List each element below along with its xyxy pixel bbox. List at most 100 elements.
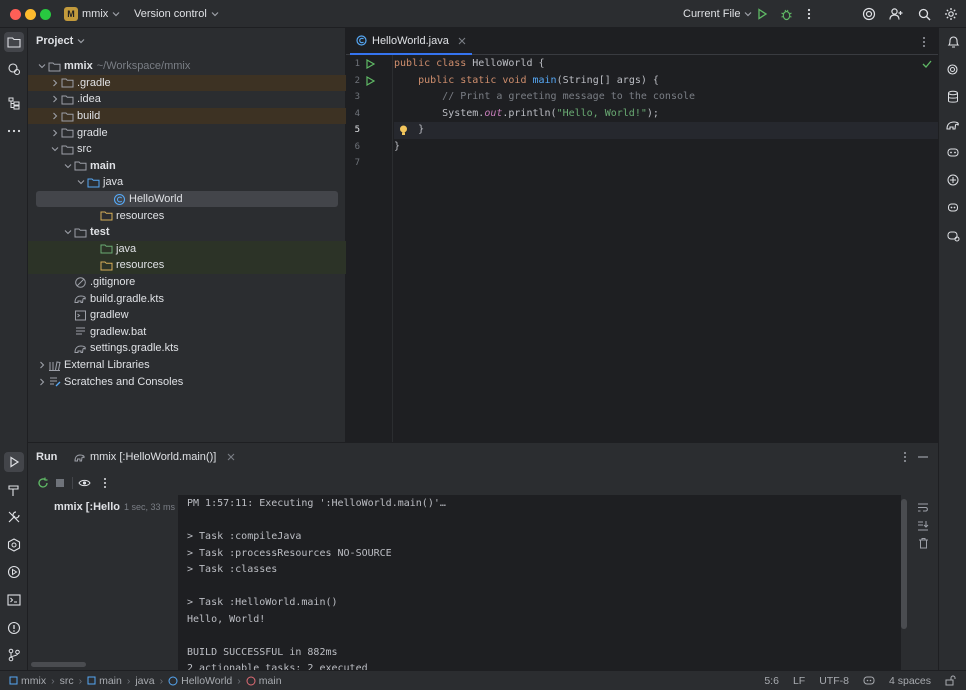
- structure-tool-button[interactable]: [4, 93, 24, 113]
- zoom-window-button[interactable]: [40, 9, 51, 20]
- more-actions-button[interactable]: [799, 4, 819, 24]
- settings-button[interactable]: [941, 4, 961, 24]
- hide-run-panel-button[interactable]: [913, 447, 933, 467]
- code-line-4[interactable]: System.out.println("Hello, World!");: [394, 106, 659, 123]
- breadcrumb-item[interactable]: src: [60, 675, 74, 687]
- breadcrumb-item[interactable]: main: [87, 675, 122, 687]
- breadcrumb-item[interactable]: mmix: [9, 675, 46, 687]
- git-tool-button[interactable]: [4, 645, 24, 665]
- copilot-tool-button[interactable]: [943, 142, 963, 162]
- minimize-window-button[interactable]: [25, 9, 36, 20]
- debug-tool-button[interactable]: [4, 562, 24, 582]
- collapsed-chevron-icon[interactable]: [49, 77, 61, 89]
- services-tool-button[interactable]: [4, 59, 24, 79]
- build-tool-button[interactable]: [4, 480, 24, 500]
- run-more-button[interactable]: [95, 473, 115, 493]
- indent-setting[interactable]: 4 spaces: [889, 675, 931, 687]
- run-options-button[interactable]: [895, 447, 915, 467]
- console-scrollbar[interactable]: [901, 499, 907, 629]
- tools-tool-button[interactable]: [4, 507, 24, 527]
- run-tree-item[interactable]: mmix [:Hello 1 sec, 33 ms: [50, 501, 175, 513]
- scroll-to-end-button[interactable]: [913, 515, 933, 535]
- plugin-tool-button-1[interactable]: [943, 170, 963, 190]
- read-only-lock-icon[interactable]: [945, 675, 956, 686]
- run-config-selector[interactable]: Current File: [683, 5, 752, 23]
- gutter-run-icon[interactable]: [365, 59, 375, 69]
- tree-item-test[interactable]: test: [28, 224, 346, 241]
- collapsed-chevron-icon[interactable]: [49, 93, 61, 105]
- tree-item-java[interactable]: java: [28, 240, 346, 258]
- tree-item-gradlew-bat[interactable]: gradlew.bat: [28, 324, 346, 341]
- gutter-run-icon[interactable]: [365, 75, 375, 86]
- search-everywhere-button[interactable]: [914, 4, 934, 24]
- tree-item-scratches-and-consoles[interactable]: Scratches and Consoles: [28, 373, 346, 390]
- tree-item-helloworld[interactable]: HelloWorld: [36, 190, 338, 208]
- tree-item-gradle[interactable]: .gradle: [28, 74, 346, 92]
- editor-tab-helloworld[interactable]: HelloWorld.java: [350, 28, 472, 55]
- tree-item-gitignore[interactable]: .gitignore: [28, 274, 346, 291]
- tree-item-resources[interactable]: resources: [28, 257, 346, 274]
- console-output[interactable]: PM 1:57:11: Executing ':HelloWorld.main(…: [178, 495, 901, 671]
- project-view-selector[interactable]: Project: [36, 35, 85, 47]
- close-window-button[interactable]: [10, 9, 21, 20]
- caret-position[interactable]: 5:6: [764, 675, 779, 687]
- code-line-3[interactable]: // Print a greeting message to the conso…: [394, 89, 695, 106]
- tree-item-settings-gradle-kts[interactable]: settings.gradle.kts: [28, 340, 346, 357]
- breadcrumb-item[interactable]: java: [135, 675, 154, 687]
- gradle-tool-button[interactable]: [943, 115, 963, 135]
- notifications-tool-button[interactable]: [943, 32, 963, 52]
- collapsed-chevron-icon[interactable]: [49, 127, 61, 139]
- show-view-button[interactable]: [74, 473, 94, 493]
- code-with-me-button[interactable]: [886, 4, 906, 24]
- database-tool-button[interactable]: [943, 87, 963, 107]
- vcs-widget[interactable]: Version control: [134, 5, 219, 23]
- run-button[interactable]: [752, 4, 772, 24]
- clear-console-button[interactable]: [913, 533, 933, 553]
- tree-item-src[interactable]: src: [28, 141, 346, 158]
- plugin-tool-button-2[interactable]: [943, 197, 963, 217]
- tree-item-java[interactable]: java: [28, 174, 346, 191]
- ai-assistant-button[interactable]: [859, 4, 879, 24]
- breadcrumb-item[interactable]: HelloWorld: [168, 675, 232, 687]
- expanded-chevron-icon[interactable]: [62, 160, 74, 172]
- soft-wrap-button[interactable]: [913, 497, 933, 517]
- project-tool-button[interactable]: [4, 32, 24, 52]
- tree-item-resources[interactable]: resources: [28, 207, 346, 224]
- collapsed-chevron-icon[interactable]: [36, 359, 48, 371]
- terminal-tool-button[interactable]: [4, 590, 24, 610]
- close-tab-icon[interactable]: [458, 37, 466, 45]
- tree-item-gradlew[interactable]: gradlew: [28, 307, 346, 324]
- tree-item-mmix[interactable]: mmix ~/Workspace/mmix: [28, 58, 346, 75]
- file-encoding[interactable]: UTF-8: [819, 675, 849, 687]
- problems-tool-button[interactable]: [4, 618, 24, 638]
- breadcrumb-item[interactable]: main: [246, 675, 282, 687]
- editor-tabs-more-button[interactable]: [914, 32, 934, 52]
- code-line-1[interactable]: public class HelloWorld {: [394, 56, 545, 73]
- expanded-chevron-icon[interactable]: [62, 226, 74, 238]
- run-tab-helloworld[interactable]: mmix [:HelloWorld.main()]: [70, 443, 239, 471]
- tree-item-build-gradle-kts[interactable]: build.gradle.kts: [28, 290, 346, 307]
- plugin-tool-button-3[interactable]: [943, 225, 963, 245]
- stop-button[interactable]: [50, 473, 70, 493]
- horizontal-scrollbar[interactable]: [31, 662, 86, 667]
- more-tools-button[interactable]: [4, 121, 24, 141]
- tree-item-gradle[interactable]: gradle: [28, 124, 346, 141]
- collapsed-chevron-icon[interactable]: [36, 376, 48, 388]
- close-tab-icon[interactable]: [227, 453, 235, 461]
- line-separator[interactable]: LF: [793, 675, 805, 687]
- collapsed-chevron-icon[interactable]: [49, 110, 61, 122]
- project-widget[interactable]: M mmix: [64, 5, 120, 23]
- services-bottom-tool-button[interactable]: [4, 535, 24, 555]
- code-line-6[interactable]: }: [394, 139, 400, 156]
- inspection-ok-icon[interactable]: [922, 59, 932, 69]
- tree-item-external-libraries[interactable]: External Libraries: [28, 357, 346, 374]
- code-line-2[interactable]: public static void main(String[] args) {: [394, 73, 659, 90]
- expanded-chevron-icon[interactable]: [36, 60, 48, 72]
- expanded-chevron-icon[interactable]: [49, 143, 61, 155]
- ai-status-icon[interactable]: [863, 675, 875, 686]
- expanded-chevron-icon[interactable]: [75, 176, 87, 188]
- run-tool-button[interactable]: [4, 452, 24, 472]
- tree-item-main[interactable]: main: [28, 158, 346, 175]
- tree-item-idea[interactable]: .idea: [28, 91, 346, 108]
- debug-button[interactable]: [776, 4, 796, 24]
